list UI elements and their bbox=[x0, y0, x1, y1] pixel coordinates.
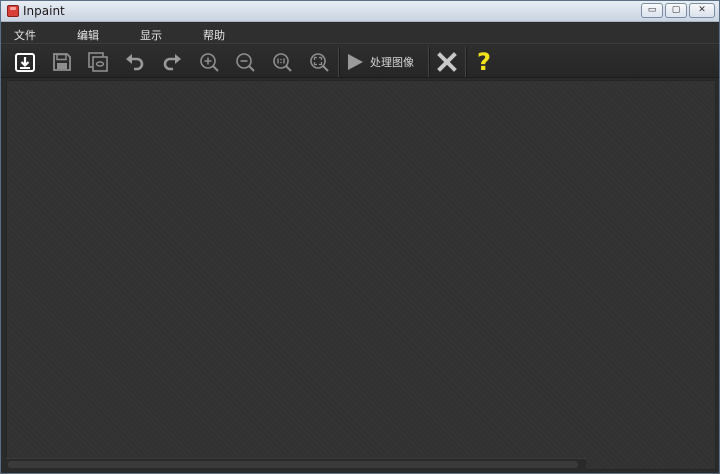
window-controls: ▭ ▢ ✕ bbox=[641, 3, 715, 18]
redo-icon bbox=[163, 54, 181, 71]
menu-view[interactable]: 显示 bbox=[140, 27, 162, 43]
toolbar: 处理图像 ? bbox=[1, 45, 719, 78]
play-icon bbox=[348, 54, 363, 70]
minimize-button[interactable]: ▭ bbox=[641, 3, 663, 18]
menu-edit[interactable]: 编辑 bbox=[77, 27, 99, 43]
zoom-in-button[interactable] bbox=[195, 49, 223, 75]
save-as-button[interactable] bbox=[84, 49, 112, 75]
clear-button[interactable] bbox=[433, 49, 461, 75]
menu-bar: 文件 编辑 显示 帮助 bbox=[1, 23, 719, 44]
zoom-out-icon bbox=[236, 53, 255, 72]
maximize-button[interactable]: ▢ bbox=[665, 3, 687, 18]
zoom-fit-icon bbox=[310, 53, 329, 72]
zoom-fit-button[interactable] bbox=[305, 49, 333, 75]
app-icon bbox=[7, 5, 19, 17]
horizontal-scrollbar[interactable] bbox=[6, 458, 586, 470]
redo-button[interactable] bbox=[158, 49, 186, 75]
title-bar: Inpaint ▭ ▢ ✕ bbox=[1, 1, 719, 22]
menu-file[interactable]: 文件 bbox=[14, 27, 36, 43]
window-title: Inpaint bbox=[23, 4, 65, 18]
zoom-in-icon bbox=[200, 53, 219, 72]
toolbar-separator bbox=[338, 47, 339, 77]
save-as-icon bbox=[88, 52, 108, 72]
clear-icon bbox=[437, 52, 457, 72]
undo-button[interactable] bbox=[121, 49, 149, 75]
help-icon: ? bbox=[477, 48, 491, 76]
open-icon bbox=[15, 53, 35, 72]
toolbar-separator bbox=[428, 47, 429, 77]
help-button[interactable]: ? bbox=[470, 49, 498, 75]
app-window: Inpaint ▭ ▢ ✕ 文件 编辑 显示 帮助 处理图像 ? bbox=[0, 0, 720, 474]
menu-help[interactable]: 帮助 bbox=[203, 27, 225, 43]
process-image-label: 处理图像 bbox=[370, 56, 414, 69]
process-image-button[interactable]: 处理图像 bbox=[345, 49, 421, 75]
image-canvas[interactable] bbox=[6, 80, 716, 470]
open-button[interactable] bbox=[11, 49, 39, 75]
toolbar-separator bbox=[465, 47, 466, 77]
save-button[interactable] bbox=[48, 49, 76, 75]
zoom-out-button[interactable] bbox=[231, 49, 259, 75]
zoom-actual-icon bbox=[273, 53, 292, 72]
undo-icon bbox=[126, 54, 144, 71]
scrollbar-thumb[interactable] bbox=[8, 461, 578, 468]
zoom-actual-button[interactable] bbox=[268, 49, 296, 75]
save-icon bbox=[53, 53, 71, 71]
close-button[interactable]: ✕ bbox=[689, 3, 715, 18]
